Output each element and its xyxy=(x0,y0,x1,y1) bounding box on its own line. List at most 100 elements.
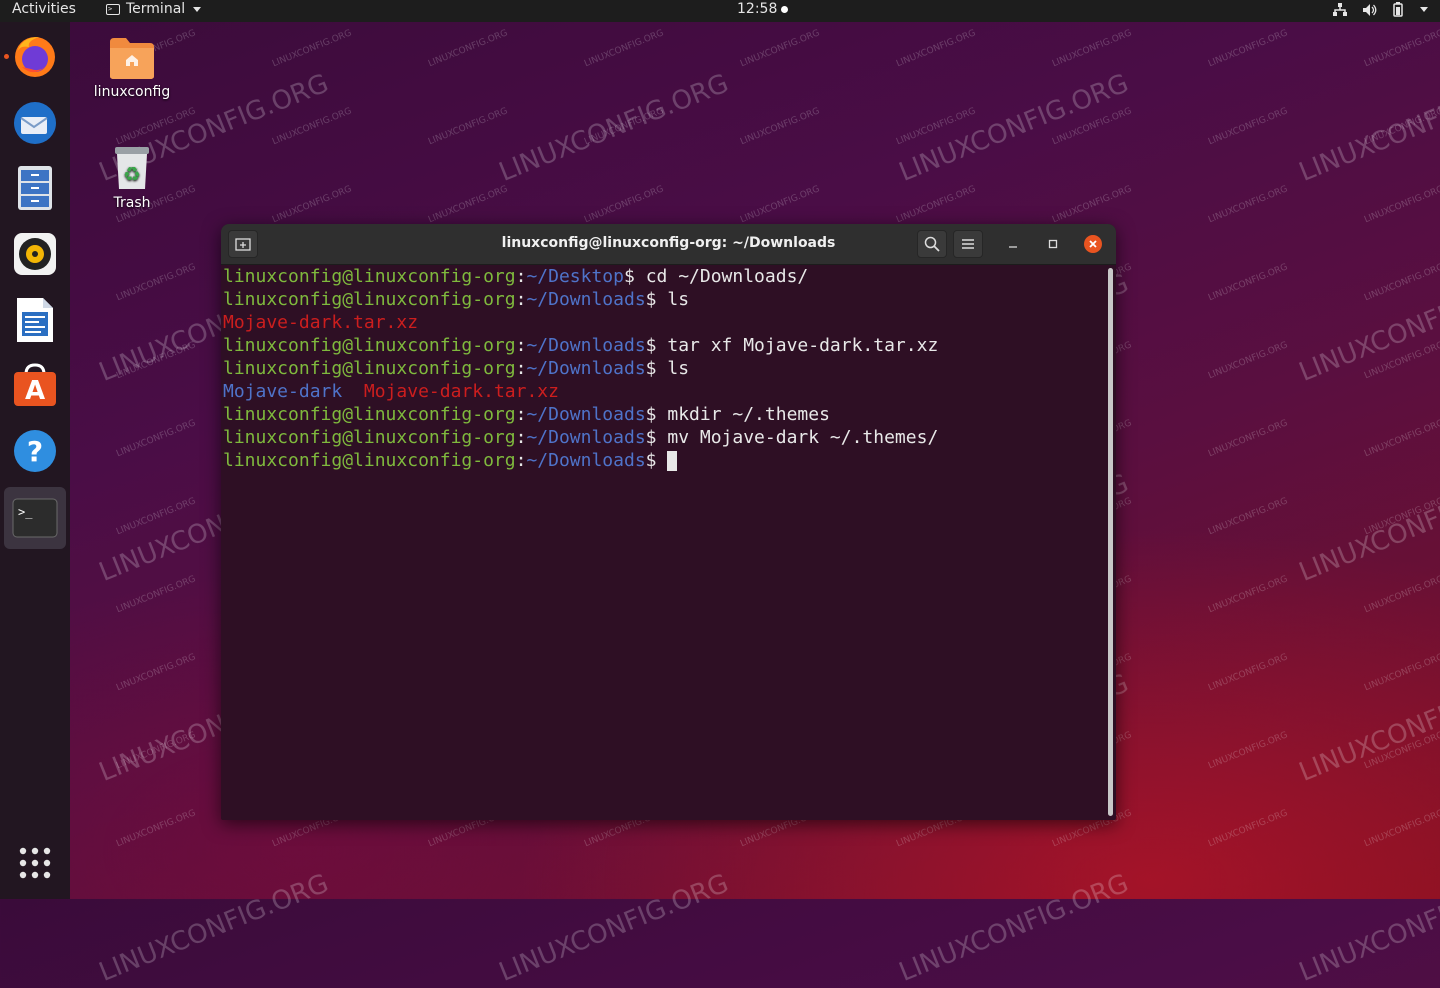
prompt-symbol: $ xyxy=(645,289,668,310)
terminal-window[interactable]: linuxconfig@linuxconfig-org: ~/Downloads… xyxy=(221,224,1116,820)
watermark-text: LINUXCONFIG.ORG xyxy=(495,868,733,988)
search-icon xyxy=(924,236,940,252)
show-applications-icon[interactable] xyxy=(18,846,52,880)
search-button[interactable] xyxy=(917,230,947,258)
svg-text:A: A xyxy=(25,376,45,406)
watermark-text: LINUXCONFIG.ORG xyxy=(427,184,510,226)
command-text: mv Mojave-dark ~/.themes/ xyxy=(667,427,939,448)
prompt-symbol: $ xyxy=(645,450,668,471)
watermark-text: LINUXCONFIG.ORG xyxy=(895,106,978,148)
command-text: ls xyxy=(667,289,690,310)
rhythmbox-icon[interactable] xyxy=(8,227,62,281)
clock-label: 12:58 xyxy=(737,1,778,17)
clock[interactable]: 12:58 xyxy=(737,1,789,17)
system-tray[interactable] xyxy=(1332,2,1428,17)
watermark-text: LINUXCONFIG.ORG xyxy=(895,868,1133,988)
watermark-text: LINUXCONFIG.ORG xyxy=(115,418,198,460)
watermark-text: LINUXCONFIG.ORG xyxy=(115,496,198,538)
watermark-text: LINUXCONFIG.ORG xyxy=(1363,106,1440,148)
terminal-line: linuxconfig@linuxconfig-org:~/Downloads$… xyxy=(221,357,1106,380)
prompt-path: ~/Downloads xyxy=(526,427,646,448)
software-icon[interactable]: A xyxy=(8,358,62,412)
watermark-text: LINUXCONFIG.ORG xyxy=(115,652,198,694)
watermark-text: LINUXCONFIG.ORG xyxy=(427,28,510,70)
menu-button[interactable] xyxy=(953,230,983,258)
prompt-user: linuxconfig@linuxconfig-org xyxy=(223,427,516,448)
watermark-text: LINUXCONFIG.ORG xyxy=(427,106,510,148)
title-bar[interactable]: linuxconfig@linuxconfig-org: ~/Downloads xyxy=(221,224,1116,265)
prompt-path: ~/Downloads xyxy=(526,404,646,425)
terminal-line: linuxconfig@linuxconfig-org:~/Desktop$ c… xyxy=(221,265,1106,288)
app-menu[interactable]: > Terminal xyxy=(106,1,202,17)
prompt-user: linuxconfig@linuxconfig-org xyxy=(223,450,516,471)
command-text: tar xf Mojave-dark.tar.xz xyxy=(667,335,939,356)
watermark-text: LINUXCONFIG.ORG xyxy=(739,106,822,148)
files-icon[interactable] xyxy=(8,161,62,215)
watermark-text: LINUXCONFIG.ORG xyxy=(95,868,333,988)
writer-icon[interactable] xyxy=(8,293,62,347)
terminal-line: linuxconfig@linuxconfig-org:~/Downloads$… xyxy=(221,334,1106,357)
watermark-text: LINUXCONFIG.ORG xyxy=(271,28,354,70)
command-text: ls xyxy=(667,358,690,379)
firefox-icon[interactable] xyxy=(8,30,62,84)
prompt-user: linuxconfig@linuxconfig-org xyxy=(223,404,516,425)
watermark-text: LINUXCONFIG.ORG xyxy=(1207,262,1290,304)
text-cursor xyxy=(667,451,678,471)
thunderbird-icon[interactable] xyxy=(8,96,62,150)
prompt-sep: : xyxy=(515,427,527,448)
watermark-text: LINUXCONFIG.ORG xyxy=(895,184,978,226)
watermark-text: LINUXCONFIG.ORG xyxy=(115,340,198,382)
directory-output: Mojave-dark xyxy=(223,381,343,402)
prompt-path: ~/Downloads xyxy=(526,289,646,310)
minimize-button[interactable] xyxy=(1004,235,1022,253)
watermark-text: LINUXCONFIG.ORG xyxy=(1295,868,1440,988)
system-menu-chevron-icon xyxy=(1420,7,1428,12)
desktop-icon-trash[interactable]: ♻ Trash xyxy=(82,145,182,211)
watermark-text: LINUXCONFIG.ORG xyxy=(1207,340,1290,382)
top-bar: Activities > Terminal 12:58 xyxy=(0,0,1440,22)
hamburger-icon xyxy=(962,239,974,249)
close-button[interactable] xyxy=(1084,235,1102,253)
battery-icon xyxy=(1393,2,1403,17)
terminal-icon[interactable]: >_ xyxy=(4,487,66,549)
watermark-text: LINUXCONFIG.ORG xyxy=(271,184,354,226)
scrollbar[interactable] xyxy=(1108,268,1113,816)
prompt-sep: : xyxy=(515,335,527,356)
watermark-text: LINUXCONFIG.ORG xyxy=(1207,418,1290,460)
network-icon xyxy=(1333,2,1347,16)
watermark-text: LINUXCONFIG.ORG xyxy=(1207,106,1290,148)
prompt-sep: : xyxy=(515,289,527,310)
command-text: mkdir ~/.themes xyxy=(667,404,830,425)
watermark-text: LINUXCONFIG.ORG xyxy=(1363,28,1440,70)
app-menu-label: Terminal xyxy=(126,1,186,17)
minimize-icon xyxy=(1009,246,1017,248)
prompt-user: linuxconfig@linuxconfig-org xyxy=(223,335,516,356)
watermark-text: LINUXCONFIG.ORG xyxy=(115,730,198,772)
maximize-button[interactable] xyxy=(1044,235,1062,253)
watermark-text: LINUXCONFIG.ORG xyxy=(739,184,822,226)
terminal-output[interactable]: linuxconfig@linuxconfig-org:~/Desktop$ c… xyxy=(221,265,1106,820)
chevron-down-icon xyxy=(193,6,202,12)
watermark-text: LINUXCONFIG.ORG xyxy=(1207,808,1290,850)
desktop-icon-label: Trash xyxy=(113,195,151,211)
watermark-text: LINUXCONFIG.ORG xyxy=(1363,652,1440,694)
activities-button[interactable]: Activities xyxy=(12,1,76,17)
watermark-text: LINUXCONFIG.ORG xyxy=(115,106,198,148)
prompt-path: ~/Downloads xyxy=(526,450,646,471)
prompt-symbol: $ xyxy=(645,335,668,356)
desktop-icon-home[interactable]: linuxconfig xyxy=(82,36,182,100)
prompt-symbol: $ xyxy=(645,427,668,448)
watermark-text: LINUXCONFIG.ORG xyxy=(1363,574,1440,616)
prompt-sep: : xyxy=(515,450,527,471)
watermark-text: LINUXCONFIG.ORG xyxy=(1363,730,1440,772)
home-folder-icon xyxy=(110,38,154,79)
watermark-text: LINUXCONFIG.ORG xyxy=(1051,28,1134,70)
close-icon xyxy=(1084,235,1102,253)
prompt-user: linuxconfig@linuxconfig-org xyxy=(223,358,516,379)
help-icon[interactable]: ? xyxy=(8,424,62,478)
svg-text:>_: >_ xyxy=(18,505,33,519)
prompt-sep: : xyxy=(515,404,527,425)
terminal-line: Mojave-dark Mojave-dark.tar.xz xyxy=(221,380,1106,403)
watermark-text: LINUXCONFIG.ORG xyxy=(583,184,666,226)
watermark-text: LINUXCONFIG.ORG xyxy=(1363,496,1440,538)
